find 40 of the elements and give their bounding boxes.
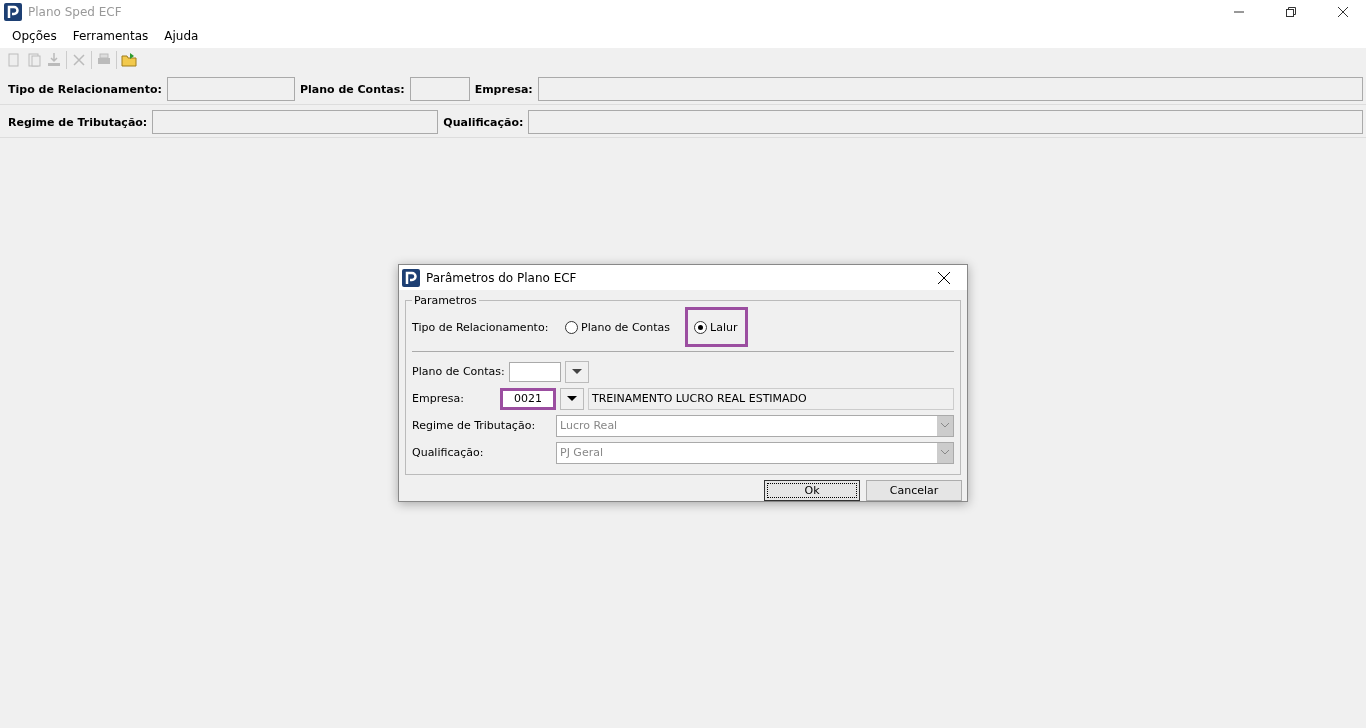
app-logo-icon — [4, 3, 22, 21]
field-label: Regime de Tributação: — [412, 419, 537, 432]
input-field[interactable] — [537, 77, 1363, 101]
input-field[interactable] — [508, 361, 561, 382]
close-icon[interactable] — [1338, 7, 1348, 17]
dialog-button[interactable]: Cancelar — [866, 480, 962, 501]
input-field[interactable] — [528, 110, 1363, 134]
radio-option[interactable]: Lalur — [685, 307, 749, 347]
menu-item[interactable]: Ferramentas — [64, 29, 157, 43]
dialog-title: Parâmetros do Plano ECF — [426, 270, 578, 285]
restore-icon[interactable] — [1286, 7, 1296, 17]
input-field[interactable] — [166, 77, 295, 101]
field-label: Plano de Contas: — [412, 365, 505, 378]
input-field[interactable] — [152, 110, 439, 134]
caret-icon — [567, 396, 577, 401]
field-label: Tipo de Relacionamento: — [412, 320, 550, 334]
field-label: Empresa: — [412, 392, 465, 405]
field-label: Plano de Contas: — [299, 82, 405, 96]
chevron-icon — [941, 423, 949, 428]
field-label: Qualificação: — [443, 115, 524, 129]
open-folder-icon[interactable] — [121, 52, 137, 68]
radio-option[interactable]: Plano de Contas — [556, 307, 682, 347]
group-title: Parametros — [413, 294, 478, 307]
input-field[interactable] — [409, 77, 470, 101]
chevron-icon — [941, 450, 949, 455]
dialog-button[interactable]: Ok — [764, 480, 860, 501]
menu-item[interactable]: Ajuda — [156, 29, 207, 43]
dropdown-button[interactable] — [560, 387, 584, 410]
close-icon[interactable] — [938, 271, 950, 284]
company-name-field: TREINAMENTO LUCRO REAL ESTIMADO — [588, 387, 954, 410]
input-field[interactable]: 0021 — [500, 387, 556, 410]
field-label: Qualificação: — [412, 446, 485, 459]
field-label: Empresa: — [474, 82, 533, 96]
window-title: Plano Sped ECF — [28, 5, 123, 19]
caret-icon — [571, 369, 582, 374]
dropdown-button[interactable] — [564, 360, 589, 383]
menu-item[interactable]: Opções — [4, 29, 65, 43]
field-label: Regime de Tributação: — [8, 115, 148, 129]
app-logo-icon — [402, 268, 420, 287]
field-label: Tipo de Relacionamento: — [8, 82, 162, 96]
